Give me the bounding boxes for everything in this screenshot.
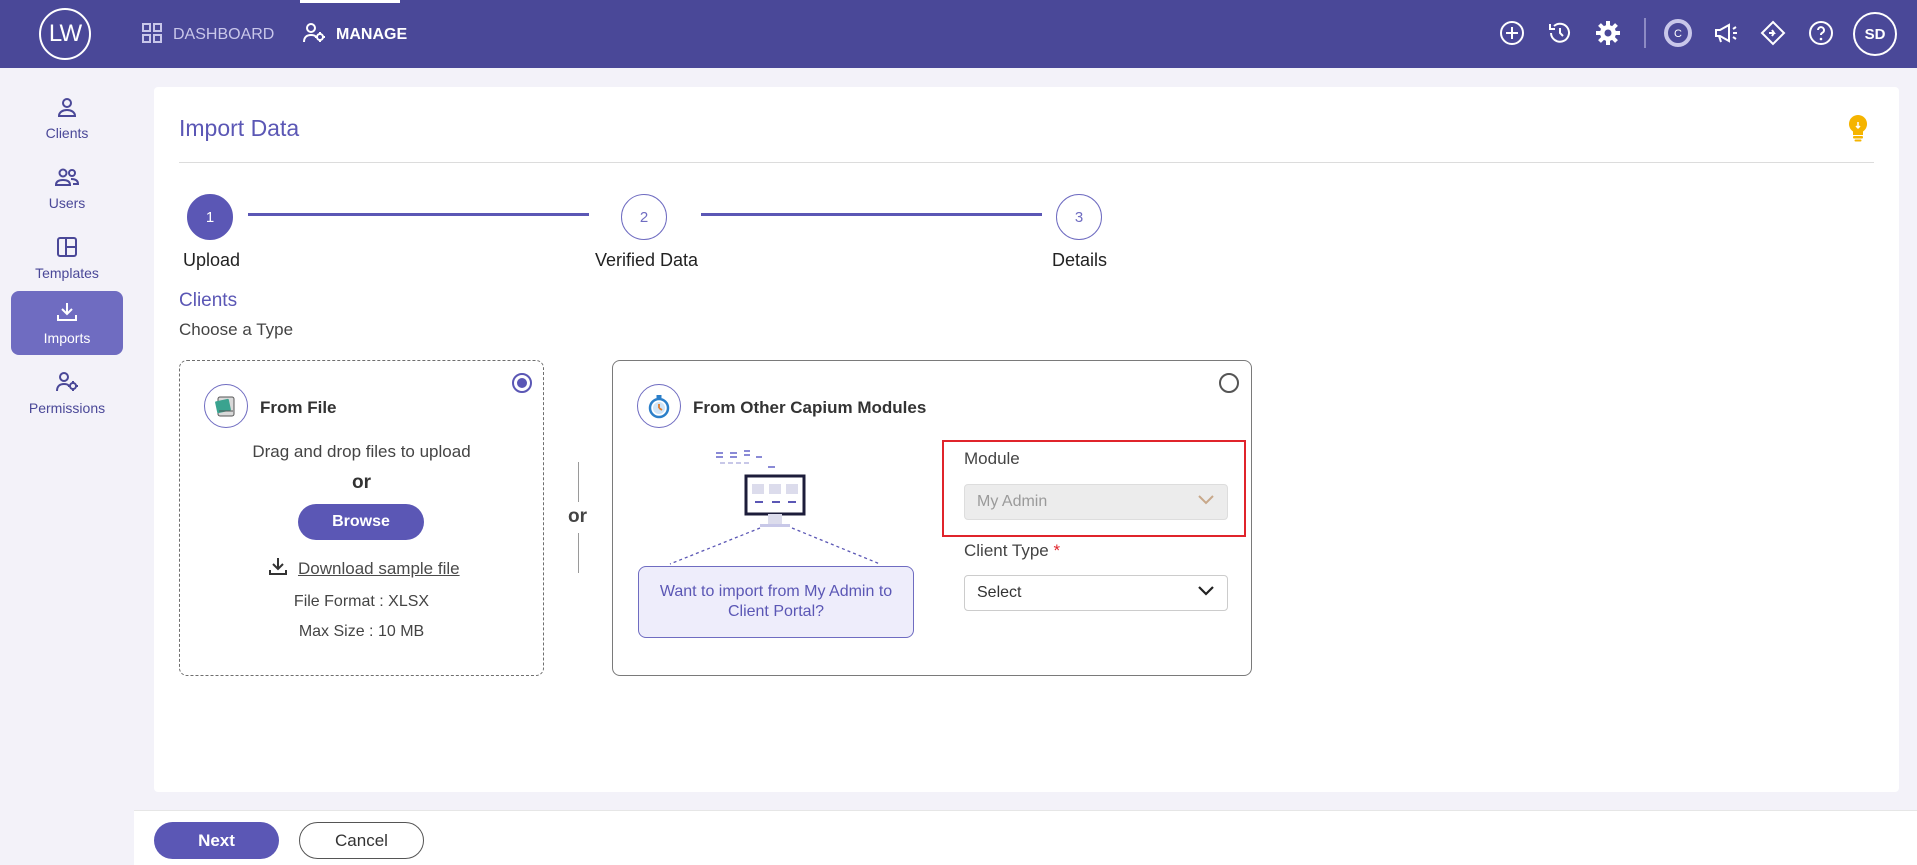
app-logo[interactable]: LW [39, 8, 91, 60]
next-button[interactable]: Next [154, 822, 279, 859]
browse-button[interactable]: Browse [298, 504, 424, 540]
from-file-title: From File [260, 398, 337, 417]
from-file-radio[interactable] [512, 373, 532, 393]
from-modules-radio[interactable] [1219, 373, 1239, 393]
from-modules-title: From Other Capium Modules [693, 398, 927, 417]
import-hint-bubble: Want to import from My Admin to Client P… [638, 566, 914, 638]
download-icon [268, 556, 288, 581]
user-icon [56, 96, 78, 121]
sidebar-item-label: Clients [45, 124, 89, 141]
sidebar: Clients Users Templates Imports Permissi… [0, 68, 134, 865]
client-type-select-value: Select [977, 584, 1022, 601]
sidebar-item-permissions[interactable]: Permissions [11, 361, 123, 425]
diamond-icon[interactable] [1758, 18, 1788, 48]
sidebar-item-label: Templates [35, 264, 99, 281]
page-title: Import Data [179, 115, 300, 141]
step-3-label: Details [1052, 250, 1108, 270]
sidebar-item-label: Imports [43, 329, 91, 346]
user-gear-icon [55, 371, 79, 396]
sidebar-item-label: Users [48, 194, 86, 211]
required-asterisk: * [1053, 541, 1061, 560]
add-circle-icon[interactable] [1497, 18, 1527, 48]
topbar-divider [1644, 18, 1646, 48]
nav-manage-label: MANAGE [336, 26, 408, 43]
settings-icon[interactable] [1593, 18, 1623, 48]
step-1-circle: 1 [187, 194, 233, 240]
drag-drop-text: Drag and drop files to upload [252, 442, 471, 461]
nav-active-indicator [300, 0, 400, 3]
nav-manage[interactable]: MANAGE [302, 22, 407, 48]
users-icon [54, 166, 80, 191]
import-icon [56, 301, 78, 326]
user-avatar[interactable]: SD [1853, 12, 1897, 56]
cancel-button[interactable]: Cancel [299, 822, 424, 859]
template-icon [56, 236, 78, 261]
grid-icon [141, 22, 163, 49]
sidebar-item-label: Permissions [28, 399, 106, 416]
module-label: Module [964, 449, 1020, 468]
chevron-down-icon [1197, 493, 1215, 511]
separator-line-bottom [578, 533, 579, 573]
step-3-circle: 3 [1056, 194, 1102, 240]
lightbulb-icon[interactable] [1846, 114, 1870, 147]
stepper-line-1 [248, 213, 589, 216]
step-2-label: Verified Data [595, 250, 699, 270]
sidebar-item-imports[interactable]: Imports [11, 291, 123, 355]
stopwatch-icon [637, 384, 681, 428]
nav-dashboard-label: DASHBOARD [173, 26, 275, 43]
user-gear-icon [302, 22, 326, 49]
module-select[interactable]: My Admin [964, 484, 1228, 520]
download-sample-label: Download sample file [298, 558, 460, 578]
svg-text:C: C [1674, 28, 1682, 40]
file-upload-icon [204, 384, 248, 428]
download-sample-link[interactable]: Download sample file [268, 556, 460, 581]
separator-or: or [568, 506, 587, 527]
capium-icon[interactable]: C [1663, 18, 1693, 48]
section-subtitle: Choose a Type [179, 320, 294, 339]
stepper-line-2 [701, 213, 1042, 216]
separator-line-top [578, 462, 579, 502]
step-1-label: Upload [183, 250, 241, 270]
sidebar-item-users[interactable]: Users [11, 156, 123, 220]
chevron-down-icon [1197, 584, 1215, 602]
module-select-value: My Admin [977, 493, 1048, 510]
sidebar-item-clients[interactable]: Clients [11, 86, 123, 150]
or-text: or [352, 472, 371, 493]
max-size-text: Max Size : 10 MB [298, 623, 425, 640]
section-title: Clients [179, 290, 238, 311]
step-2-circle: 2 [621, 194, 667, 240]
sidebar-item-templates[interactable]: Templates [11, 226, 123, 290]
help-icon[interactable] [1806, 18, 1836, 48]
announcement-icon[interactable] [1711, 18, 1741, 48]
computer-illustration [660, 446, 900, 566]
history-icon[interactable] [1545, 18, 1575, 48]
nav-dashboard[interactable]: DASHBOARD [141, 22, 274, 48]
client-type-label: Client Type * [964, 541, 1060, 561]
file-format-text: File Format : XLSX [293, 593, 430, 610]
client-type-label-text: Client Type [964, 541, 1049, 560]
top-navigation-bar: LW DASHBOARD MANAGE C SD [0, 0, 1917, 68]
title-divider [179, 162, 1874, 163]
client-type-select[interactable]: Select [964, 575, 1228, 611]
